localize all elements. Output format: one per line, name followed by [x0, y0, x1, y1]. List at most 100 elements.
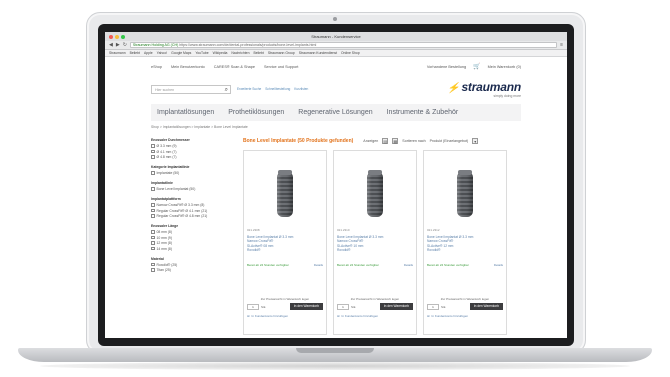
topnav-eshop[interactable]: eShop [151, 65, 162, 69]
filter-option[interactable]: Regular CrossFit® Ø 4.8 mm (21) [151, 214, 233, 218]
back-arrow-icon[interactable]: ◀ [109, 42, 113, 48]
product-card[interactable]: 021.2310 Bone Level Implantat Ø 3.3 mm Nar… [333, 150, 417, 335]
product-name-line: Roxolid® [427, 248, 441, 253]
bookmark-item[interactable]: Beliebt [253, 51, 263, 55]
filter-option[interactable]: Titan (25) [151, 268, 233, 272]
quantity-input[interactable]: 1 [427, 303, 439, 310]
add-to-list-link[interactable]: ⊞ In Kundenkonto hinzufügen [427, 314, 468, 318]
bookmark-item[interactable]: Apple [144, 51, 153, 55]
filter-checkbox[interactable] [151, 155, 155, 159]
filter-option[interactable]: Regular CrossFit® Ø 4.1 mm (21) [151, 209, 233, 213]
product-card[interactable]: 021.2308 Bone Level Implantat Ø 3.3 mm Nar… [243, 150, 327, 335]
filter-option[interactable]: Ø 4.1 mm (7) [151, 150, 233, 154]
topnav-orders[interactable]: Vorhandene Bestellung [427, 65, 466, 69]
details-link[interactable]: Details [494, 263, 503, 267]
cart-icon[interactable]: 🛒 [473, 63, 480, 70]
bookmark-item[interactable]: Straumann Group [268, 51, 295, 55]
quantity-input[interactable]: 1 [337, 303, 349, 310]
filter-group: Implantatlinie Bone Level Implantat (50) [151, 181, 233, 191]
filter-option[interactable]: 08 mm (8) [151, 230, 233, 234]
search-placeholder: Hier suchen [155, 87, 175, 92]
nav-instruments[interactable]: Instrumente & Zubehör [387, 109, 459, 116]
filter-checkbox[interactable] [151, 235, 155, 240]
filter-checkbox[interactable] [151, 262, 155, 267]
window-title: Straumann - Kundenservice [311, 34, 361, 39]
filter-checkbox[interactable] [151, 214, 155, 218]
grid-view-icon[interactable]: ▦ [392, 138, 399, 144]
breadcrumb[interactable]: Shop > Implantatlösungen > Implantate > … [151, 125, 521, 129]
topnav-service[interactable]: Service und Support [264, 65, 298, 69]
nav-prosthetic-solutions[interactable]: Prothetiklösungen [228, 109, 284, 116]
straumann-logo[interactable]: ⚡ straumann simply doing more [447, 80, 521, 98]
shortlists-link[interactable]: Kurzlisten [294, 87, 308, 91]
filter-option-label: Ø 3.3 mm (9) [156, 144, 177, 148]
filter-checkbox[interactable] [151, 187, 155, 191]
filter-option[interactable]: 12 mm (8) [151, 241, 233, 245]
filter-option[interactable]: 10 mm (9) [151, 236, 233, 240]
filter-option[interactable]: Implantate (50) [151, 171, 233, 175]
filter-checkbox[interactable] [151, 241, 155, 245]
bookmark-item[interactable]: Google Maps [171, 51, 191, 55]
add-to-cart-button[interactable]: In den Warenkorb [289, 303, 323, 310]
forward-arrow-icon[interactable]: ▶ [116, 42, 120, 48]
filter-checkbox[interactable] [151, 171, 155, 175]
content-area: Enossaler Durchmesser Ø 3.3 mm (9) Ø 4.1 m… [151, 138, 521, 335]
product-name[interactable]: Bone Level Implantat Ø 3.3 mm Narrow Cros… [427, 235, 503, 253]
filter-option[interactable]: 14 mm (8) [151, 247, 233, 251]
list-view-icon[interactable]: ▤ [382, 138, 389, 144]
filter-checkbox[interactable] [151, 208, 155, 213]
product-name[interactable]: Bone Level Implantat Ø 3.3 mm Narrow Cros… [247, 235, 323, 253]
filter-checkbox[interactable] [151, 230, 155, 234]
filter-checkbox[interactable] [151, 246, 155, 251]
buy-row: 1 Stk. In den Warenkorb [427, 303, 503, 310]
filter-option[interactable]: Ø 4.8 mm (7) [151, 155, 233, 159]
product-name-line: Roxolid® [247, 248, 261, 253]
quick-order-link[interactable]: Schnellbestellung [265, 87, 290, 91]
add-to-list-link[interactable]: ⊞ In Kundenkonto hinzufügen [247, 314, 288, 318]
add-to-list-link[interactable]: ⊞ In Kundenkonto hinzufügen [337, 314, 378, 318]
bookmark-item[interactable]: Nachrichten [231, 51, 249, 55]
filter-checkbox[interactable] [151, 144, 155, 148]
filter-option[interactable]: Roxolid® (25) [151, 263, 233, 267]
filter-option[interactable]: Ø 3.3 mm (9) [151, 144, 233, 148]
reload-icon[interactable]: ↻ [123, 42, 127, 48]
filter-checkbox[interactable] [151, 149, 155, 154]
add-to-cart-button[interactable]: In den Warenkorb [469, 303, 503, 310]
filter-checkbox[interactable] [151, 203, 155, 207]
bookmark-item[interactable]: Wikipedia [213, 51, 228, 55]
implant-image[interactable] [457, 170, 473, 217]
bookmark-item[interactable]: Beliebt [130, 51, 140, 55]
product-card[interactable]: 021.2312 Bone Level Implantat Ø 3.3 mm Nar… [423, 150, 507, 335]
bookmark-item[interactable]: Yahoo! [157, 51, 168, 55]
filter-option-label: 10 mm (9) [156, 235, 172, 240]
search-input[interactable]: Hier suchen ⌕ [151, 84, 231, 94]
implant-image[interactable] [367, 170, 383, 217]
filter-checkbox[interactable] [151, 268, 155, 272]
product-name[interactable]: Bone Level Implantat Ø 3.3 mm Narrow Cros… [337, 235, 413, 253]
nav-implant-solutions[interactable]: Implantatlösungen [157, 109, 214, 116]
bookmark-item[interactable]: Straumann Kundendienst [299, 51, 337, 55]
sort-select[interactable]: Produkt (Einzelangebot) [430, 139, 469, 143]
filter-option-label: 08 mm (8) [156, 230, 172, 234]
add-to-cart-button[interactable]: In den Warenkorb [379, 303, 413, 310]
quantity-input[interactable]: 1 [247, 303, 259, 310]
topnav-account[interactable]: Mein Benutzerkonto [171, 65, 205, 69]
filter-option[interactable]: Narrow CrossFit® Ø 3.3 mm (8) [151, 203, 233, 207]
advanced-search-link[interactable]: Erweiterte Suche [237, 87, 261, 91]
search-icon[interactable]: ⌕ [225, 86, 228, 94]
details-link[interactable]: Details [314, 263, 323, 267]
implant-image[interactable] [277, 170, 293, 217]
sort-label: Sortieren nach [402, 139, 426, 143]
filter-option[interactable]: Bone Level Implantat (50) [151, 187, 233, 191]
filter-heading: Implantatplattform [151, 197, 181, 201]
topnav-cart[interactable]: Mein Warenkorb (0) [488, 65, 521, 69]
address-bar[interactable]: Straumann Holding AG (CH) https://www.st… [129, 42, 558, 48]
topnav-cares[interactable]: CARES® Scan & Shape [214, 65, 255, 69]
bookmark-item[interactable]: Straumann [109, 51, 126, 55]
bookmark-item[interactable]: YouTube [195, 51, 208, 55]
nav-regenerative-solutions[interactable]: Regenerative Lösungen [298, 109, 372, 116]
sort-direction-icon[interactable]: ▾ [472, 138, 479, 144]
details-link[interactable]: Details [404, 263, 413, 267]
menu-icon[interactable]: ≡ [560, 42, 563, 48]
bookmark-item[interactable]: Online Shop [341, 51, 360, 55]
